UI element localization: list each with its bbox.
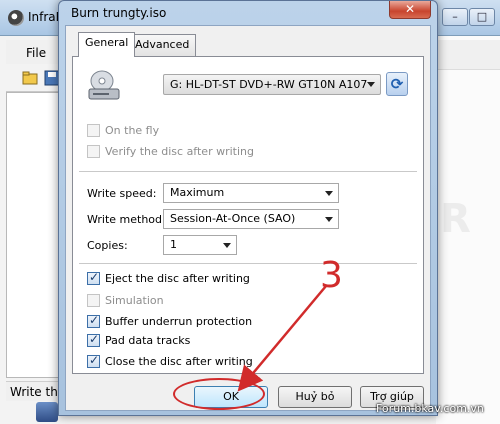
tab-general[interactable]: General [78,32,136,57]
forum-watermark: Forum.bkav.com.vn [376,402,484,415]
annotation-arrow [237,285,327,392]
